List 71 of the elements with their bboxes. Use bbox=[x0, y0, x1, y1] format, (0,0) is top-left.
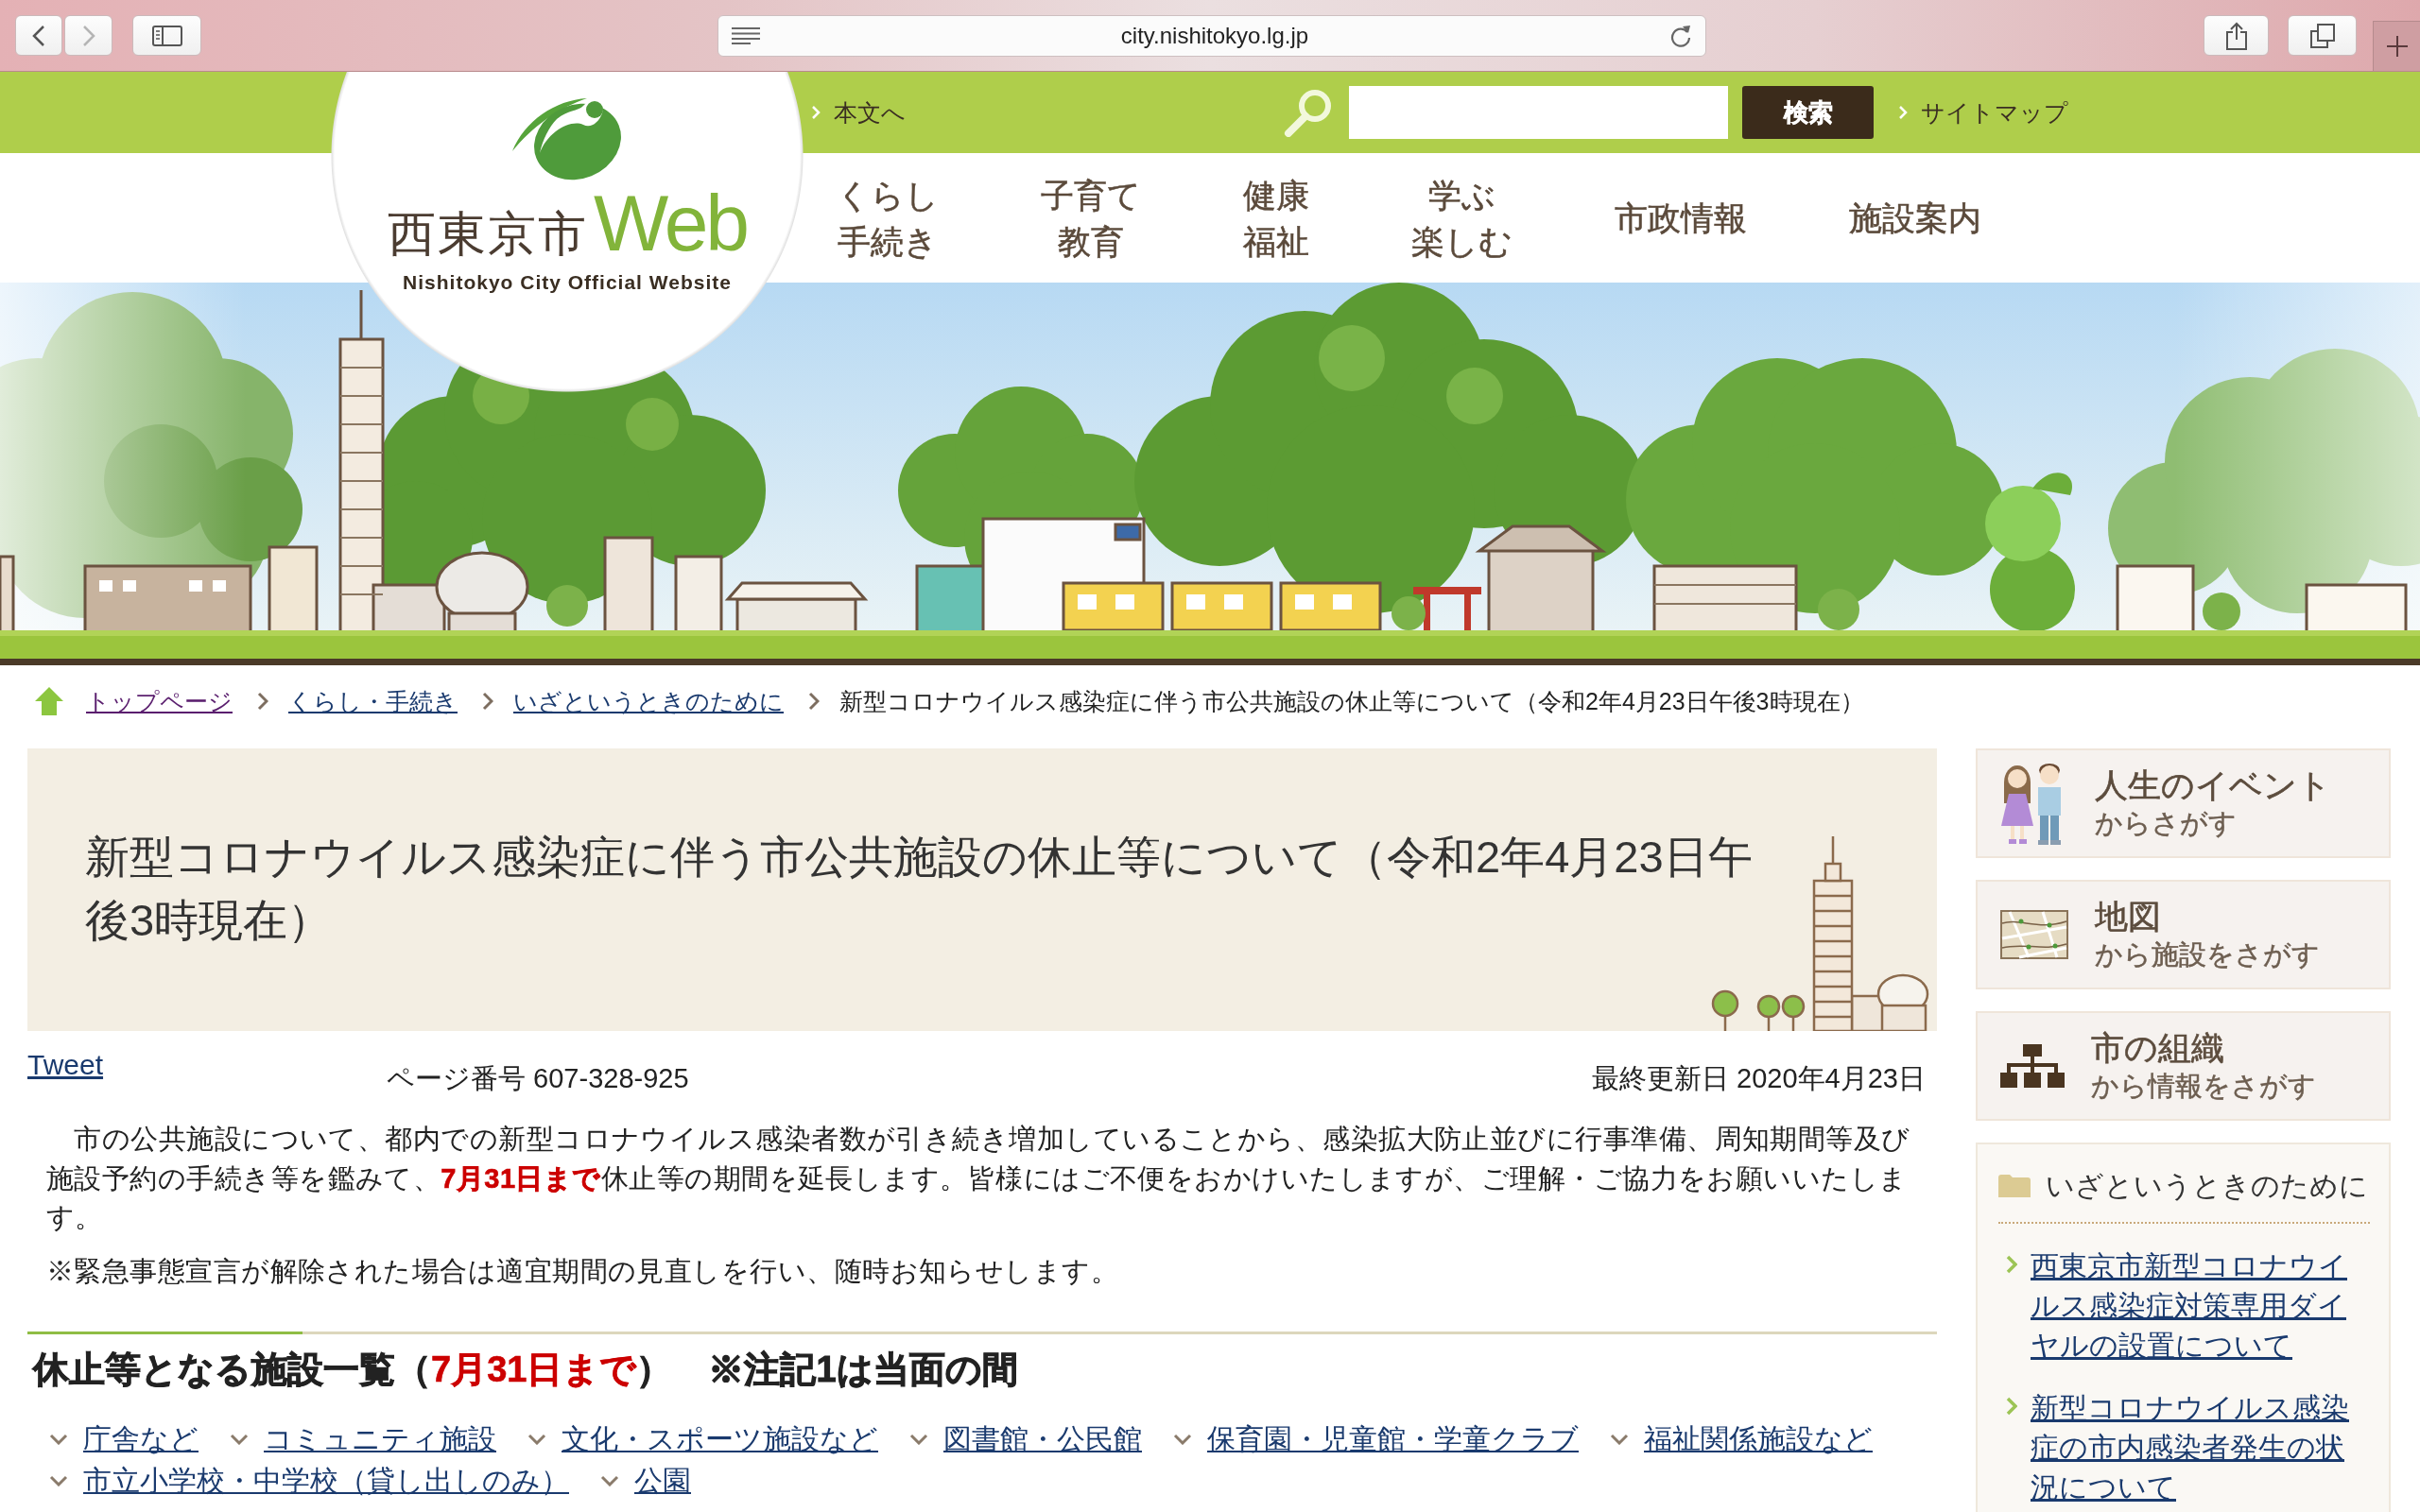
back-icon bbox=[32, 24, 45, 47]
sidebar-card[interactable]: 地図 から施設をさがす bbox=[1976, 880, 2391, 989]
search-field[interactable] bbox=[1349, 86, 1728, 139]
logo-tagline: Nishitokyo City Official Website bbox=[403, 270, 732, 295]
chevron-icon bbox=[482, 692, 493, 711]
tweet-link[interactable]: Tweet bbox=[27, 1048, 104, 1082]
chevron-down-icon bbox=[230, 1434, 249, 1445]
related-link[interactable]: 西東京市新型コロナウイルス感染症対策専用ダイヤルの設置について bbox=[2006, 1246, 2370, 1366]
sidebar-card[interactable]: 人生のイベント からさがす bbox=[1976, 748, 2391, 858]
sidebar-button[interactable] bbox=[132, 15, 201, 56]
sidebar-icon bbox=[151, 25, 182, 46]
search-button[interactable]: 検索 bbox=[1742, 86, 1874, 139]
share-icon bbox=[2224, 21, 2248, 50]
org-chart-icon bbox=[2000, 1044, 2065, 1088]
tabs-button[interactable] bbox=[2288, 15, 2357, 56]
facility-category-link[interactable]: 公園 bbox=[600, 1463, 691, 1499]
forward-icon bbox=[81, 24, 95, 47]
logo-badge[interactable]: 西東京市Web Nishitokyo City Official Website bbox=[331, 72, 804, 392]
related-link[interactable]: 新型コロナウイルス感染症の市内感染者発生の状況について bbox=[2006, 1388, 2370, 1507]
chevron-icon bbox=[1898, 105, 1908, 120]
chevron-icon bbox=[811, 105, 821, 120]
chevron-down-icon bbox=[909, 1434, 928, 1445]
nav-item[interactable]: 学ぶ 楽しむ bbox=[1411, 171, 1512, 265]
share-button[interactable] bbox=[2204, 15, 2269, 56]
address-field[interactable]: city.nishitokyo.lg.jp bbox=[717, 15, 1706, 57]
nav-item[interactable]: 施設案内 bbox=[1849, 195, 1981, 241]
facility-category-link[interactable]: コミュニティ施設 bbox=[230, 1421, 496, 1457]
plus-icon bbox=[2386, 36, 2408, 57]
chevron-down-icon bbox=[49, 1475, 68, 1486]
facility-category-link[interactable]: 保育園・児童館・学童クラブ bbox=[1173, 1421, 1579, 1457]
facility-category-link[interactable]: 福祉関係施設など bbox=[1610, 1421, 1873, 1457]
facility-category-link[interactable]: 文化・スポーツ施設など bbox=[527, 1421, 878, 1457]
new-tab-button[interactable] bbox=[2373, 21, 2420, 71]
nav-item[interactable]: くらし 手続き bbox=[837, 171, 939, 265]
page-number: ページ番号 607-328-925 bbox=[387, 1062, 689, 1095]
last-updated: 最終更新日 2020年4月23日 bbox=[1592, 1062, 1926, 1095]
breadcrumb-link[interactable]: トップページ bbox=[86, 685, 233, 717]
facility-category-link[interactable]: 市立小学校・中学校（貸し出しのみ） bbox=[49, 1463, 569, 1499]
facility-category-link[interactable]: 庁舎など bbox=[49, 1421, 199, 1457]
chevron-icon bbox=[808, 692, 820, 711]
map-icon bbox=[2000, 910, 2068, 959]
facility-category-link[interactable]: 図書館・公民館 bbox=[909, 1421, 1142, 1457]
chevron-down-icon bbox=[600, 1475, 619, 1486]
sidebar-card[interactable]: 市の組織 から情報をさがす bbox=[1976, 1011, 2391, 1121]
breadcrumb-current: 新型コロナウイルス感染症に伴う市公共施設の休止等について（令和2年4月23日午後3時現在） bbox=[839, 686, 1864, 716]
chevron-icon bbox=[257, 692, 268, 711]
sitemap-link[interactable]: サイトマップ bbox=[1898, 96, 2068, 129]
nav-item[interactable]: 健康 福祉 bbox=[1243, 171, 1309, 265]
section-heading: 休止等となる施設一覧（7月31日まで） ※注記1は当面の間 bbox=[33, 1349, 1019, 1391]
panel-heading: いざというときのために bbox=[2046, 1169, 2368, 1203]
chevron-icon bbox=[2006, 1255, 2017, 1274]
page-title: 新型コロナウイルス感染症に伴う市公共施設の休止等について（令和2年4月23日午後3時現在） bbox=[85, 831, 1754, 947]
body-paragraph: ※緊急事態宣言が解除された場合は適宜期間の見直しを行い、随時お知らせします。 bbox=[46, 1254, 1120, 1288]
chevron-down-icon bbox=[527, 1434, 546, 1445]
breadcrumb-link[interactable]: いざというときのために bbox=[513, 685, 784, 717]
back-button[interactable] bbox=[15, 15, 62, 56]
chevron-down-icon bbox=[1610, 1434, 1629, 1445]
nav-item[interactable]: 市政情報 bbox=[1615, 195, 1747, 241]
chevron-down-icon bbox=[1173, 1434, 1192, 1445]
chevron-icon bbox=[2006, 1397, 2017, 1416]
chevron-down-icon bbox=[49, 1434, 68, 1445]
breadcrumb-link[interactable]: くらし・手続き bbox=[288, 685, 458, 717]
body-paragraph: 市の公共施設について、都内での新型コロナウイルス感染者数が引き続き増加していることから、感染拡大防止並びに行事準備、周知期間等及び施設予約の手続き等を鑑みて、7月31日まで休止等の期間を延長します。皆様にはご不便をおかけいたしますが、ご理解・ご協力をお願いいたします。 bbox=[46, 1123, 1911, 1234]
tabs-icon bbox=[2309, 23, 2335, 48]
reader-icon[interactable] bbox=[732, 27, 760, 44]
folder-icon bbox=[1998, 1175, 2031, 1197]
logo-wordmark: 西東京市Web bbox=[387, 180, 748, 266]
reload-icon[interactable] bbox=[1669, 24, 1692, 48]
nav-item[interactable]: 子育て 教育 bbox=[1041, 171, 1141, 265]
search-icon bbox=[1284, 88, 1333, 137]
skip-link[interactable]: 本文へ bbox=[811, 96, 906, 129]
